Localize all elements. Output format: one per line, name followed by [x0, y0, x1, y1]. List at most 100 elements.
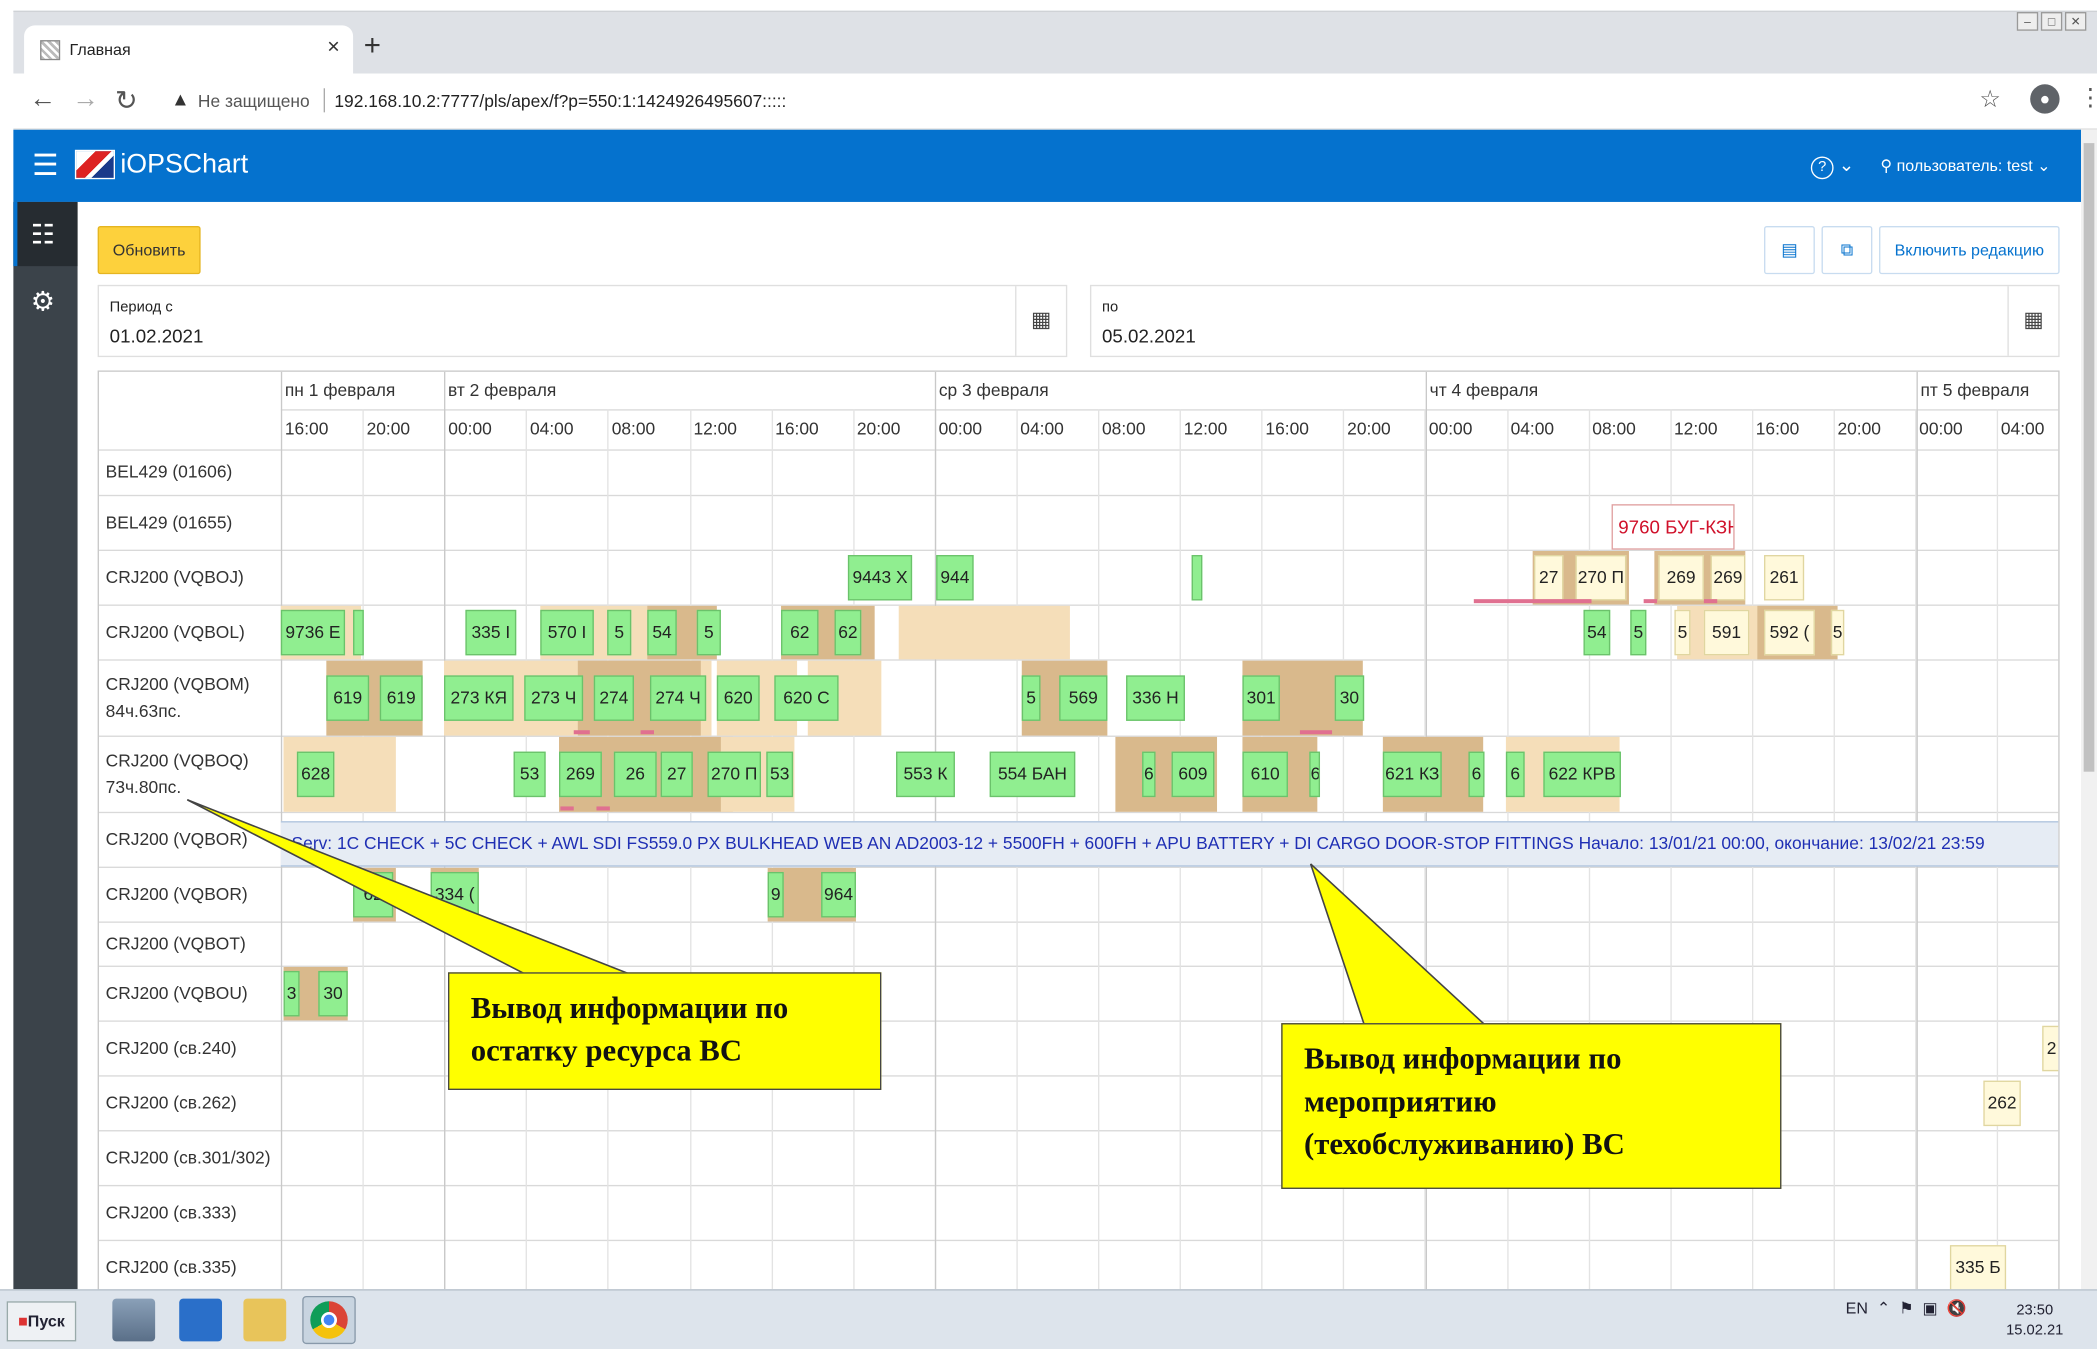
flight-bar[interactable]: 30	[318, 970, 348, 1017]
flight-bar[interactable]: 30	[1334, 675, 1365, 721]
flight-bar[interactable]: 301	[1242, 675, 1280, 721]
app-title[interactable]: iOPSChart	[120, 150, 248, 181]
refresh-button[interactable]: Обновить	[97, 226, 201, 275]
document-button[interactable]: ▤	[1764, 226, 1815, 275]
copy-button[interactable]: ⧉	[1821, 226, 1873, 275]
enable-edit-button[interactable]: Включить редакцию	[1879, 226, 2060, 275]
flight-bar[interactable]: 5	[1830, 609, 1845, 656]
flight-bar[interactable]: 334 (	[430, 871, 479, 918]
flight-bar[interactable]: 27	[1533, 555, 1564, 601]
flight-bar[interactable]: 53	[513, 751, 546, 798]
aircraft-row-label[interactable]: BEL429 (01606)	[106, 459, 233, 486]
flight-bar[interactable]: 53	[766, 751, 794, 798]
aircraft-row-label[interactable]: CRJ200 (св.335)	[106, 1254, 237, 1281]
flight-bar[interactable]	[353, 609, 364, 656]
user-settings-icon[interactable]: ⚙	[31, 285, 55, 318]
flight-bar[interactable]: 619	[326, 675, 370, 721]
period-to-value[interactable]: 05.02.2021	[1102, 325, 1196, 346]
aircraft-row-label[interactable]: CRJ200 (св.333)	[106, 1199, 237, 1226]
flight-bar[interactable]: 26	[613, 751, 657, 798]
flight-bar[interactable]: 9443 Х	[847, 555, 913, 601]
aircraft-row-label[interactable]: BEL429 (01655)	[106, 509, 233, 536]
flight-bar[interactable]: 269	[1658, 555, 1704, 601]
period-from-value[interactable]: 01.02.2021	[110, 325, 204, 346]
flight-bar[interactable]: 5	[1630, 609, 1647, 656]
calendar-icon[interactable]: ▦	[1015, 286, 1066, 356]
flight-bar[interactable]: 336 Н	[1126, 675, 1185, 721]
flight-bar[interactable]: 274 Ч	[649, 675, 707, 721]
flight-bar[interactable]: 335 І	[465, 609, 517, 656]
flight-bar[interactable]: 270 П	[707, 751, 761, 798]
aircraft-row-label[interactable]: CRJ200 (св.240)	[106, 1034, 237, 1061]
new-tab-button[interactable]: +	[364, 30, 381, 60]
flight-bar[interactable]: 2	[2042, 1025, 2059, 1072]
flight-bar[interactable]: 62	[834, 609, 862, 656]
flight-bar[interactable]: 944	[936, 555, 974, 601]
aircraft-row-label[interactable]: CRJ200 (св.301/302)	[106, 1144, 271, 1171]
aircraft-row-label[interactable]: CRJ200 (VQBOQ) 73ч.80пс.	[106, 747, 249, 800]
taskbar-clock[interactable]: 23:50 15.02.21	[2006, 1301, 2063, 1341]
hamburger-menu-icon[interactable]: ☰	[32, 148, 58, 183]
aircraft-row-label[interactable]: CRJ200 (VQBOU)	[106, 980, 248, 1007]
flight-bar[interactable]: 622 КРВ	[1543, 751, 1621, 798]
flight-bar[interactable]: 570 І	[540, 609, 594, 656]
flight-bar[interactable]: 270 П	[1575, 555, 1627, 601]
aircraft-row-label[interactable]: CRJ200 (VQBOR)	[106, 881, 248, 908]
chrome-taskbar-button[interactable]	[302, 1295, 356, 1345]
period-from-field[interactable]: Период с 01.02.2021 ▦	[97, 284, 1068, 358]
flight-bar[interactable]: 628	[296, 751, 335, 798]
flight-bar[interactable]: 273 КЯ	[444, 675, 514, 721]
flight-bar[interactable]: 9	[767, 871, 784, 918]
flight-bar[interactable]: 569	[1059, 675, 1108, 721]
flight-bar[interactable]: 6	[1142, 751, 1156, 798]
user-menu-button[interactable]: ⚲ пользователь: test ⌄	[1880, 156, 2050, 175]
flight-bar[interactable]: 9736 Е	[280, 609, 346, 656]
flight-bar[interactable]: 62	[781, 609, 819, 656]
vertical-scrollbar[interactable]	[2080, 129, 2097, 1290]
flight-bar[interactable]: 5	[607, 609, 632, 656]
period-to-field[interactable]: по 05.02.2021 ▦	[1089, 284, 2060, 358]
planned-event-label[interactable]: 9760 БУГ-КЗН	[1611, 504, 1735, 550]
flight-bar[interactable]: 335 Б	[1949, 1245, 2007, 1290]
server-manager-icon[interactable]	[112, 1298, 156, 1342]
flight-bar[interactable]: 274	[593, 675, 634, 721]
flight-bar[interactable]: 609	[1171, 751, 1215, 798]
flight-bar[interactable]: 269	[559, 751, 602, 798]
close-tab-icon[interactable]: ×	[327, 36, 339, 60]
forward-arrow-icon[interactable]: →	[72, 84, 99, 115]
close-window-icon[interactable]: ✕	[2064, 12, 2087, 31]
flight-bar[interactable]: 964	[821, 871, 856, 918]
flight-bar[interactable]: 5	[1674, 609, 1691, 656]
bookmark-star-icon[interactable]: ☆	[1979, 86, 2001, 114]
reload-icon[interactable]: ↻	[115, 84, 137, 117]
flight-bar[interactable]: 6	[1468, 751, 1485, 798]
flight-bar[interactable]	[1191, 555, 1203, 601]
profile-avatar-icon[interactable]: ●	[2030, 84, 2060, 114]
menu-dots-icon[interactable]: ⋮	[2078, 84, 2097, 112]
flight-bar[interactable]: 54	[1583, 609, 1611, 656]
flight-bar[interactable]: 621 КЗ	[1382, 751, 1442, 798]
flight-bar[interactable]: 620	[716, 675, 760, 721]
flight-bar[interactable]: 262	[1983, 1080, 2021, 1127]
aircraft-row-label[interactable]: CRJ200 (VQBOJ)	[106, 564, 244, 591]
aircraft-row-label[interactable]: CRJ200 (VQBOL)	[106, 619, 245, 646]
flight-bar[interactable]: 269	[1710, 555, 1746, 601]
url-field[interactable]: ▲ Не защищено 192.168.10.2:7777/pls/apex…	[160, 81, 2007, 121]
scrollbar-thumb[interactable]	[2083, 143, 2095, 772]
flight-bar[interactable]: 592 (	[1764, 609, 1815, 656]
flight-bar[interactable]: 261	[1764, 555, 1805, 601]
flight-bar[interactable]: 553 К	[896, 751, 955, 798]
flight-bar[interactable]: 62	[353, 871, 394, 918]
flight-bar[interactable]: 54	[647, 609, 677, 656]
aircraft-row-label[interactable]: CRJ200 (св.262)	[106, 1089, 237, 1116]
flight-bar[interactable]: 5	[1021, 675, 1041, 721]
powershell-icon[interactable]	[179, 1298, 223, 1342]
sidebar-item-chart[interactable]: ☷	[13, 201, 78, 267]
flight-bar[interactable]: 6	[1505, 751, 1525, 798]
help-menu-button[interactable]: ? ⌄	[1810, 154, 1854, 180]
aircraft-row-label[interactable]: CRJ200 (VQBOM) 84ч.63пс.	[106, 671, 250, 724]
flight-bar[interactable]: 610	[1242, 751, 1288, 798]
flight-bar[interactable]: 591	[1703, 609, 1750, 656]
flight-bar[interactable]: 3	[283, 970, 300, 1017]
explorer-folder-icon[interactable]	[243, 1298, 287, 1342]
